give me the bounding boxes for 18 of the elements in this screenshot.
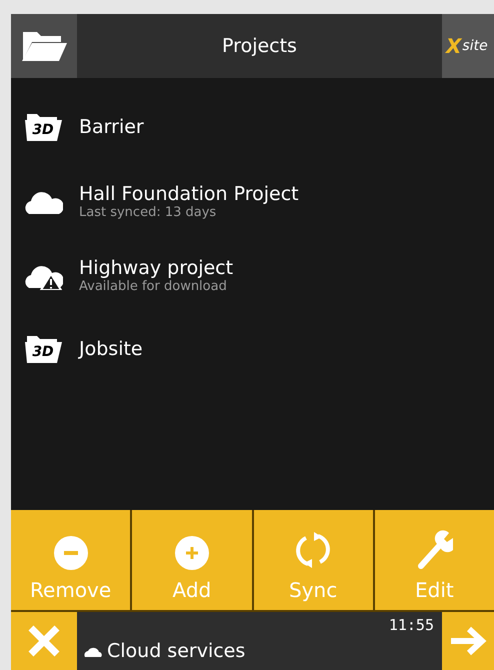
project-status: Available for download (79, 280, 228, 294)
project-status: Last synced: 13 days (79, 206, 218, 220)
close-icon (27, 624, 61, 658)
project-name[interactable]: Jobsite (79, 337, 143, 361)
minus-circle-icon (54, 536, 88, 570)
status-time: 11:55 (388, 615, 435, 636)
status-message: Cloud services (107, 638, 246, 664)
project-name[interactable]: Highway project (79, 256, 234, 280)
project-name[interactable]: Barrier (79, 115, 144, 139)
project-name[interactable]: Hall Foundation Project (79, 182, 299, 206)
folder-button[interactable] (11, 14, 77, 78)
wrench-icon (415, 530, 454, 570)
close-button[interactable] (11, 612, 77, 670)
sync-icon (294, 530, 332, 570)
plus-circle-icon (174, 536, 209, 570)
arrow-right-icon (449, 626, 487, 656)
header-title: Projects (222, 34, 297, 59)
next-button[interactable] (442, 612, 494, 670)
